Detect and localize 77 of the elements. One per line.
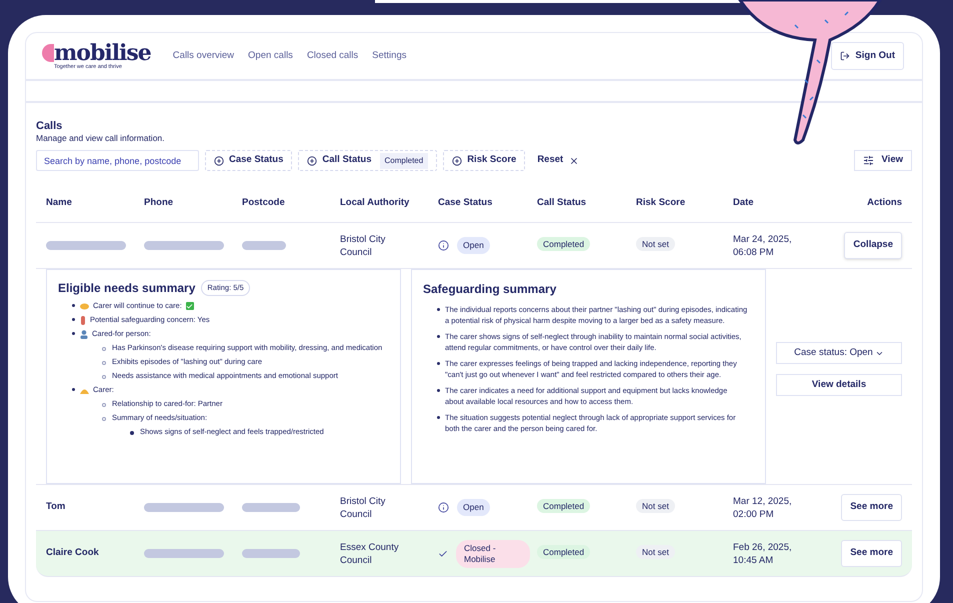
table-cell-text: Mar 12, 2025, 02:00 PM [733, 494, 793, 520]
info-icon [438, 240, 449, 251]
column-header: Risk Score [636, 196, 686, 210]
plus-circle-icon [307, 156, 318, 166]
table-cell-text: Mar 24, 2025, 06:08 PM [733, 232, 793, 258]
filter-chip[interactable]: Call Status Completed [298, 150, 438, 171]
table-cell-text: Feb 26, 2025, 10:45 AM [733, 540, 793, 566]
bullet-icon [72, 304, 75, 307]
check-icon [438, 548, 448, 558]
status-badge: Open [457, 499, 490, 516]
bullet-icon [102, 417, 106, 421]
brand-logo: mobilise [54, 42, 151, 64]
column-header: Phone [144, 196, 174, 210]
table-cell-text: Essex County Council [340, 540, 400, 566]
bullet-icon [437, 416, 440, 419]
card-title: Safeguarding summary [423, 281, 558, 298]
redacted-bar [242, 503, 300, 512]
plus-circle-icon [452, 156, 462, 166]
nav-link[interactable]: Calls overview [172, 48, 234, 64]
column-header: Date [733, 196, 755, 210]
status-badge: Not set [636, 237, 675, 252]
filter-chip[interactable]: Risk Score [443, 150, 526, 171]
redacted-bar [242, 549, 300, 558]
column-header: Case Status [438, 196, 494, 210]
filter-value: Completed [380, 152, 428, 168]
status-badge: Not set [636, 545, 675, 560]
bullet-icon [102, 375, 106, 379]
filter-chip[interactable]: Case Status [205, 150, 292, 171]
close-icon [569, 156, 580, 166]
redacted-bar [242, 241, 286, 250]
status-badge: Completed [537, 237, 590, 252]
bullet-icon [437, 335, 440, 338]
table-cell-text: Bristol City Council [340, 494, 386, 520]
info-icon [438, 502, 449, 513]
table-cell: Claire Cook [46, 547, 99, 558]
case-status-dropdown[interactable]: Case status: Open [776, 342, 902, 364]
bullet-icon [72, 332, 75, 335]
bullet-icon [72, 388, 75, 391]
table-cell-text: Bristol City Council [340, 232, 386, 258]
bullet-icon [102, 361, 106, 365]
row-action-button[interactable]: Collapse [844, 232, 902, 259]
sign-out-icon [840, 51, 850, 61]
column-header: Local Authority [340, 196, 410, 210]
column-header: Call Status [537, 196, 588, 210]
table-cell: Tom [46, 501, 66, 512]
status-badge: Not set [636, 499, 675, 514]
bullet-icon [130, 431, 134, 435]
logo-blob-icon [42, 44, 54, 62]
nav-link[interactable]: Closed calls [306, 48, 358, 64]
person-icon [80, 330, 88, 338]
plus-circle-icon [214, 156, 224, 166]
column-header: Postcode [242, 196, 286, 210]
bullet-icon [437, 389, 440, 392]
reset-button[interactable]: Reset [531, 153, 586, 168]
card-title: Eligible needs summary [58, 283, 196, 293]
status-badge: Closed - Mobilise [456, 540, 530, 568]
view-button[interactable]: View [854, 150, 912, 171]
sliders-icon [862, 155, 874, 166]
bullet-icon [437, 308, 440, 311]
page-subtitle: Manage and view call information. [36, 133, 166, 144]
row-action-button[interactable]: See more [841, 494, 902, 521]
view-details-button[interactable]: View details [776, 374, 902, 396]
bullet-icon [102, 347, 106, 351]
column-header: Actions [866, 196, 902, 210]
status-badge: Completed [537, 545, 590, 560]
bullet-icon [102, 403, 106, 407]
page-title: Calls [36, 120, 64, 133]
column-header: Name [46, 196, 73, 210]
bullet-icon [72, 318, 75, 321]
status-badge: Completed [537, 499, 590, 514]
nav-link[interactable]: Settings [372, 48, 406, 64]
status-badge: Open [457, 237, 490, 254]
nav-link[interactable]: Open calls [248, 48, 293, 64]
search-field[interactable]: Search by name, phone, postcode [36, 150, 199, 171]
row-action-button[interactable]: See more [841, 540, 902, 567]
bullet-icon [437, 362, 440, 365]
sign-out-button[interactable]: Sign Out [831, 42, 904, 70]
